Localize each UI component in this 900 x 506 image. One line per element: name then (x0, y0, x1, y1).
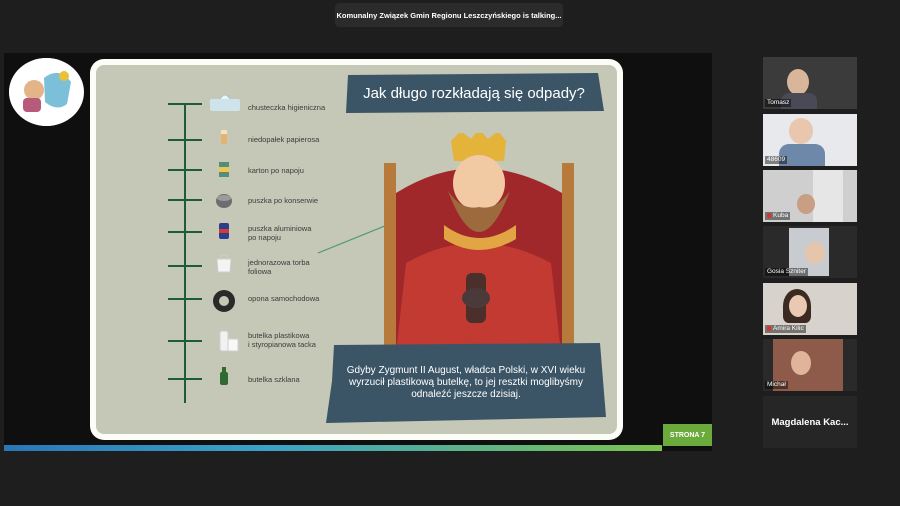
participant-tile[interactable]: Gosia Szniter (763, 226, 857, 278)
timeline-tick (168, 265, 202, 267)
timeline-tick (168, 103, 202, 105)
page-badge: STRONA 7 (663, 424, 712, 446)
item-label: opona samochodowa (248, 294, 320, 303)
mascot-logo (9, 58, 84, 126)
cigarette-butt-icon (221, 130, 227, 144)
participant-tile[interactable]: Michał (763, 339, 857, 391)
participant-name: Kuba (765, 212, 791, 220)
participant-name: Michał (765, 381, 788, 389)
item-label: butelka szklana (248, 375, 300, 384)
mic-muted-icon (767, 325, 771, 331)
timeline-tick (168, 199, 202, 201)
plastic-bag-icon (216, 254, 232, 273)
aluminium-can-icon (219, 223, 229, 239)
timeline-tick (168, 340, 202, 342)
shared-screen: chusteczka higieniczna niedopałek papier… (4, 53, 712, 451)
participant-tile[interactable]: 48609 (763, 114, 857, 166)
participant-tile[interactable]: Amira Kilic (763, 283, 857, 335)
timeline-tick (168, 378, 202, 380)
item-label: puszka aluminiowa po napoju (248, 224, 312, 242)
participant-name: Amira Kilic (765, 325, 806, 333)
slide-stripe (4, 445, 662, 451)
slide-caption: Gdyby Zygmunt II August, władca Polski, … (346, 365, 586, 400)
timeline-line (184, 103, 186, 403)
item-label: jednorazowa torba foliowa (248, 258, 310, 276)
tin-can-icon (216, 194, 232, 208)
tissue-icon (210, 94, 240, 111)
participant-name: Gosia Szniter (765, 268, 809, 276)
participant-tile[interactable]: Kuba (763, 170, 857, 222)
plastic-bottle-icon (219, 330, 239, 352)
glass-bottle-icon (220, 367, 228, 385)
tyre-icon (213, 290, 235, 312)
timeline-tick (168, 298, 202, 300)
slide: chusteczka higieniczna niedopałek papier… (96, 65, 617, 434)
participant-name: Tomasz (765, 99, 792, 107)
item-label: chusteczka higieniczna (248, 103, 326, 112)
item-label: butelka plastikowa i styropianowa tacka (248, 331, 316, 349)
item-label: karton po napoju (248, 166, 304, 175)
participant-name: Magdalena Kac... (771, 416, 849, 428)
participant-tile[interactable]: Magdalena Kac... (763, 396, 857, 448)
slide-title: Jak długo rozkładają się odpady? (363, 84, 585, 102)
timeline-tick (168, 231, 202, 233)
timeline-tick (168, 169, 202, 171)
item-label: niedopałek papierosa (248, 135, 320, 144)
participant-tile[interactable]: Tomasz (763, 57, 857, 109)
talking-indicator: Komunalny Związek Gmin Regionu Leszczyńs… (335, 3, 563, 27)
timeline-tick (168, 139, 202, 141)
mic-muted-icon (767, 212, 771, 218)
king-illustration (384, 133, 574, 353)
participant-name: 48609 (765, 156, 788, 164)
drink-carton-icon (219, 162, 229, 177)
item-label: puszka po konserwie (248, 196, 319, 205)
